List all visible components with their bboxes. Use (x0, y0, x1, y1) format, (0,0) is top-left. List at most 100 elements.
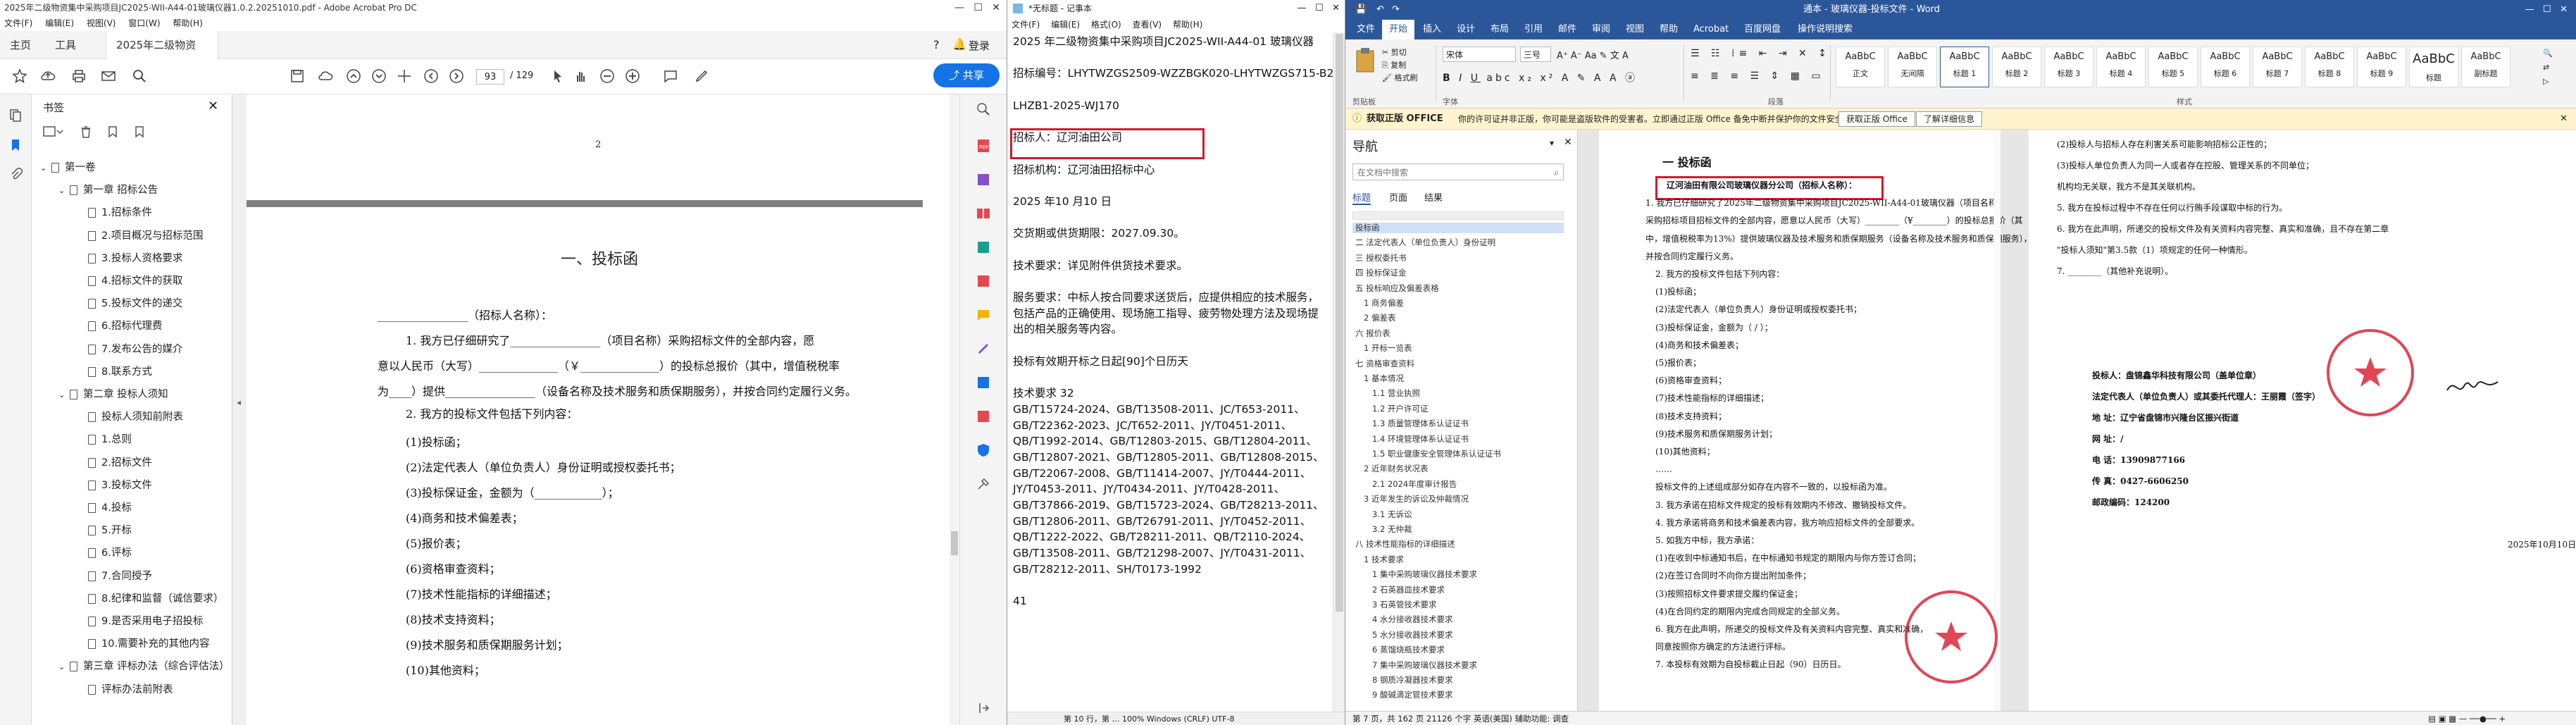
window-controls[interactable]: — ☐ ✕ (2525, 0, 2568, 20)
search-icon[interactable] (131, 68, 149, 86)
nav-heading-item[interactable]: 三 授权委托书 (1352, 253, 1407, 264)
nav-heading-item[interactable]: 3 近年发生的诉讼及仲裁情况 (1352, 494, 1469, 504)
nav-heading-item[interactable]: 二 法定代表人（单位负责人）身份证明 (1352, 237, 1495, 248)
style-item[interactable]: AaBbC 正文 (1836, 47, 1885, 87)
comment-icon[interactable] (662, 68, 680, 86)
menu-format[interactable]: 格式(O) (1091, 20, 1121, 30)
panel-collapse-gutter[interactable]: ◂ (232, 94, 247, 725)
menu-help[interactable]: 帮助(H) (1173, 20, 1202, 30)
style-item[interactable]: AaBbC 标题 2 (1992, 47, 2041, 87)
bookmark-item[interactable]: ⌄ 第二章 投标人须知 (32, 383, 168, 406)
window-controls[interactable]: — ☐ ✕ (1298, 0, 1340, 17)
style-item[interactable]: AaBbC 标题 3 (2044, 47, 2093, 87)
share-button[interactable]: ⤴ 共享 (933, 63, 1000, 87)
zoom-in-icon[interactable] (624, 68, 642, 86)
protect-icon[interactable] (976, 442, 991, 458)
style-item[interactable]: AaBbC 无间隔 (1888, 47, 1937, 87)
ribbon-tab[interactable]: 开始 (1382, 20, 1415, 39)
bookmark-item[interactable]: 2.项目概况与招标范围 (32, 225, 203, 247)
tab-document[interactable]: 2025年二级物资集... ✕ (106, 31, 218, 80)
editing-actions[interactable]: 🔍 ⇄ ▷ (2543, 47, 2553, 89)
page-down-icon[interactable] (371, 68, 389, 86)
tab-tools[interactable]: 工具 (45, 31, 86, 59)
menu-view[interactable]: 查看(V) (1133, 20, 1162, 30)
style-item[interactable]: AaBbC 标题 4 (2096, 47, 2146, 87)
ribbon-tab[interactable]: 操作说明搜索 (1791, 20, 1860, 39)
menu-edit[interactable]: 编辑(E) (45, 18, 74, 28)
new-star-icon[interactable] (11, 68, 30, 86)
bell-icon[interactable]: 🔔 (952, 37, 966, 51)
font-name-box[interactable]: 宋体 (1443, 47, 1516, 62)
close-icon[interactable]: ✕ (2560, 109, 2568, 130)
scrollbar-thumb[interactable] (951, 531, 958, 555)
bookmark-item[interactable]: ⌄ 第一卷 (32, 156, 96, 179)
page-number-input[interactable]: 93 (476, 69, 504, 85)
nav-tab-headings[interactable]: 标题 (1352, 190, 1371, 205)
style-item[interactable]: AaBbC 标题 7 (2253, 47, 2302, 87)
bookmark-item[interactable]: ⌄ 第一章 招标公告 (32, 179, 158, 202)
create-pdf-icon[interactable]: PDF (976, 138, 991, 154)
redo-icon[interactable]: ↷ (1392, 0, 1400, 20)
notepad-text-area[interactable]: 2025 年二级物资集中采购项目JC2025-WII-A44-01 玻璃仪器 招标… (1013, 34, 1345, 609)
bookmark-item[interactable]: 8.纪律和监督（诚信要求） (32, 588, 223, 610)
bookmark-item[interactable]: 5.投标文件的递交 (32, 292, 182, 315)
expand-icon[interactable] (976, 700, 991, 716)
clipboard-actions[interactable]: ✂ 剪切 ⎘ 复制 🖌 格式刷 (1382, 47, 1417, 85)
style-item[interactable]: AaBbC 标题 6 (2201, 47, 2250, 87)
bookmark-item[interactable]: 4.招标文件的获取 (32, 270, 182, 292)
nav-heading-item[interactable]: 1.2 开户许可证 (1352, 404, 1428, 414)
page-thumbnails-icon[interactable] (8, 109, 23, 123)
nav-heading-item[interactable]: 1 技术要求 (1352, 554, 1404, 565)
undo-icon[interactable]: ↶ (1376, 0, 1384, 20)
ribbon-tab[interactable]: 邮件 (1551, 20, 1583, 39)
export-icon[interactable] (976, 240, 991, 255)
font-format-buttons[interactable]: B I U abc x₂ x² A ✎ A A ⓐ (1443, 70, 1638, 85)
fill-sign-icon[interactable] (976, 341, 991, 357)
page-up-icon[interactable] (345, 68, 363, 86)
nav-heading-item[interactable]: 1 基本情况 (1352, 373, 1404, 384)
attachment-icon[interactable] (8, 168, 23, 182)
nav-heading-item[interactable]: 1 集中采购玻璃仪器技术要求 (1352, 569, 1477, 580)
upload-cloud-icon[interactable] (39, 68, 58, 86)
bookmark-item[interactable]: 8.联系方式 (32, 361, 152, 383)
bookmark-item[interactable]: 5.开标 (32, 519, 132, 542)
organize-icon[interactable] (976, 206, 991, 221)
menu-window[interactable]: 窗口(W) (128, 18, 160, 28)
bookmark-item[interactable]: 1.招标条件 (32, 202, 152, 224)
nav-heading-item[interactable]: 5 水分接收器技术要求 (1352, 630, 1452, 640)
save-icon[interactable] (289, 68, 307, 86)
nav-heading-item[interactable]: 2 近年财务状况表 (1352, 464, 1428, 474)
combine-icon[interactable] (976, 172, 991, 187)
menu-file[interactable]: 文件(F) (4, 18, 32, 28)
font-grow-shrink[interactable]: A⁺ A⁻ Aa ✎ 文 A (1557, 48, 1629, 61)
nav-heading-item[interactable]: 1.1 营业执照 (1352, 388, 1420, 399)
bookmark-item[interactable]: 6.招标代理费 (32, 315, 162, 337)
nav-heading-item[interactable]: 2 石英器皿技术要求 (1352, 585, 1445, 595)
bookmark-item[interactable]: 9.是否采用电子招投标 (32, 610, 203, 633)
mail-icon[interactable] (100, 68, 118, 86)
pen-icon[interactable] (693, 68, 711, 86)
options-menu-icon[interactable] (43, 125, 64, 138)
nav-heading-item[interactable]: 1 商务偏差 (1352, 298, 1404, 309)
close-icon[interactable]: ✕ (1564, 137, 1572, 148)
style-item[interactable]: AaBbC 标题 8 (2305, 47, 2354, 87)
signin-link[interactable]: 登录 (969, 38, 990, 53)
ribbon-tab[interactable]: 百度网盘 (1737, 20, 1788, 39)
nav-heading-item[interactable]: 七 资格审查资料 (1352, 359, 1414, 369)
zoom-out-icon[interactable] (599, 68, 617, 86)
nav-heading-item[interactable]: 八 技术性能指标的详细描述 (1352, 539, 1455, 550)
bookmark-item[interactable]: 7.合同授予 (32, 565, 152, 588)
chevron-down-icon[interactable]: ⌄ (58, 656, 70, 678)
chevron-down-icon[interactable]: ▾ (1550, 138, 1554, 148)
bookmark-item[interactable]: 评标办法前附表 (32, 678, 173, 701)
pan-icon[interactable] (396, 68, 414, 86)
bookmark-item[interactable]: 2.招标文件 (32, 452, 152, 474)
nav-heading-item[interactable]: 2 偏差表 (1352, 313, 1395, 323)
bookmark-item[interactable]: 10.需要补充的其他内容 (32, 633, 210, 655)
scan-icon[interactable] (976, 375, 991, 390)
nav-heading-item[interactable]: 4 水分接收器技术要求 (1352, 614, 1452, 625)
notepad-scrollbar[interactable] (1333, 32, 1345, 712)
menu-view[interactable]: 视图(V) (87, 18, 116, 28)
bookmark-item[interactable]: 1.总则 (32, 428, 132, 451)
chevron-left-icon[interactable]: ◂ (237, 397, 241, 407)
